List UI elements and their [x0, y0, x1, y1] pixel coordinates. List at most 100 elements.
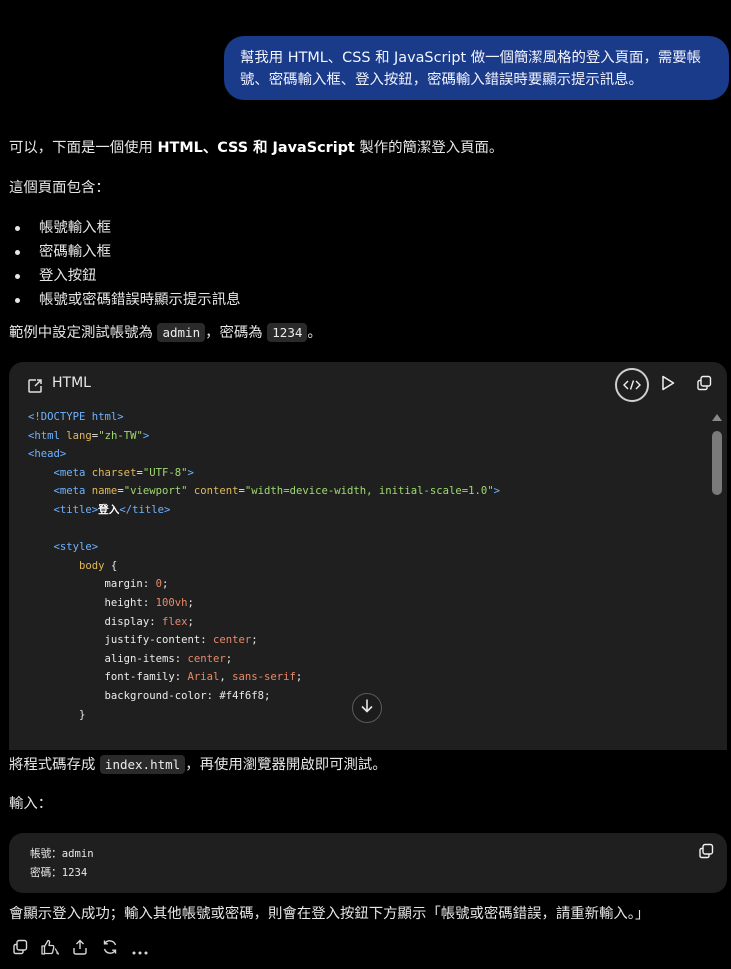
code-line: <style>: [28, 538, 697, 557]
run-code-button[interactable]: [654, 371, 682, 399]
list-item: 帳號輸入框: [9, 216, 240, 240]
response-intro: 可以，下面是一個使用 HTML、CSS 和 JavaScript 製作的簡潔登入…: [9, 137, 503, 159]
list-item: 密碼輸入框: [9, 240, 240, 264]
feature-list: 帳號輸入框 密碼輸入框 登入按鈕 帳號或密碼錯誤時顯示提示訊息: [9, 216, 240, 312]
copy-icon: [698, 843, 714, 863]
list-item: 帳號或密碼錯誤時顯示提示訊息: [9, 288, 240, 312]
code-token: ;: [187, 596, 194, 609]
copy-code-button[interactable]: [690, 371, 718, 399]
code-token: align-items: [104, 652, 175, 665]
code-token: ;: [225, 652, 233, 665]
code-language-label: HTML: [52, 375, 91, 391]
save-instruction: 將程式碼存成 index.html ，再使用瀏覽器開啟即可測試。: [9, 754, 387, 776]
code-token: ;: [187, 615, 194, 628]
result-text: 會顯示登入成功；輸入其他帳號或密碼，則會在登入按鈕下方顯示「帳號或密碼錯誤，請重…: [9, 906, 650, 922]
code-token: margin: [104, 578, 143, 591]
code-token: >: [187, 466, 194, 479]
play-icon: [661, 375, 675, 395]
list-item: 登入按鈕: [9, 264, 240, 288]
scroll-up-arrow-icon[interactable]: [712, 414, 722, 421]
copy-icon: [12, 939, 28, 959]
save-prefix: 將程式碼存成: [9, 757, 100, 773]
code-token: height: [104, 596, 143, 609]
test-suffix: 。: [307, 325, 322, 341]
arrow-down-icon: [360, 698, 374, 718]
code-token: <!DOCTYPE html>: [28, 411, 124, 423]
copy-input-button[interactable]: [695, 842, 717, 864]
code-token: <title>: [53, 503, 99, 516]
code-token: charset: [91, 466, 137, 479]
code-token: >: [142, 429, 150, 442]
code-line: <html lang="zh-TW">: [28, 427, 697, 446]
code-token: <head>: [28, 448, 67, 461]
copy-icon: [696, 375, 712, 395]
user-message-bubble: 幫我用 HTML、CSS 和 JavaScript 做一個簡潔風格的登入頁面，需…: [224, 36, 729, 100]
save-suffix: ，再使用瀏覽器開啟即可測試。: [185, 757, 387, 773]
code-token: :: [174, 652, 188, 665]
code-token: content: [193, 485, 239, 498]
test-credentials-note: 範例中設定測試帳號為 admin ，密碼為 1234。: [9, 322, 322, 344]
code-line: margin: 0;: [28, 575, 697, 594]
code-line: <meta charset="UTF-8">: [28, 464, 697, 483]
edit-code-icon: [27, 378, 43, 394]
more-options-button[interactable]: [130, 939, 150, 959]
code-token: : #f4f6f8;: [206, 689, 271, 702]
code-scrollbar[interactable]: [710, 412, 722, 748]
code-token: name: [91, 485, 118, 498]
code-token: background-color: [104, 689, 207, 702]
code-token: ;: [161, 578, 169, 591]
code-line: <meta name="viewport" content="width=dev…: [28, 482, 697, 501]
input-label: 輸入：: [9, 796, 53, 812]
user-message-text: 幫我用 HTML、CSS 和 JavaScript 做一個簡潔風格的登入頁面，需…: [240, 50, 702, 88]
share-button[interactable]: [70, 939, 90, 959]
code-token: >: [493, 485, 501, 498]
code-line: justify-content: center;: [28, 631, 697, 650]
account-value: admin: [61, 848, 94, 860]
code-token: font-family: [104, 671, 175, 684]
code-token: :: [149, 615, 162, 628]
scroll-to-bottom-button[interactable]: [352, 693, 382, 723]
regenerate-button[interactable]: [100, 939, 120, 959]
code-line: <title>登入</title>: [28, 501, 697, 520]
code-token: 100vh: [155, 596, 188, 609]
code-token: display: [104, 615, 150, 628]
code-token: }: [28, 708, 86, 721]
share-icon: [72, 939, 88, 959]
code-token: :: [142, 578, 156, 591]
intro-bold: HTML、CSS 和 JavaScript: [157, 140, 355, 156]
feedback-button[interactable]: [39, 939, 63, 959]
copy-response-button[interactable]: [10, 939, 30, 959]
input-example-block: 帳號：admin 密碼：1234: [9, 833, 727, 893]
code-token: lang: [66, 429, 92, 442]
code-token: <meta: [53, 466, 92, 479]
code-token: sans-serif: [232, 671, 296, 684]
inline-code-filename: index.html: [99, 755, 186, 774]
code-line: <!DOCTYPE html>: [28, 408, 697, 427]
code-token: "viewport": [123, 485, 188, 498]
input-example-lines: 帳號：admin 密碼：1234: [30, 845, 94, 883]
code-line: <head>: [28, 445, 697, 464]
code-token: "width=device-width, initial-scale=1.0": [244, 485, 494, 498]
code-token: ;: [295, 671, 303, 684]
code-preview-button[interactable]: [615, 368, 649, 402]
scrollbar-thumb[interactable]: [712, 431, 722, 495]
input-password-line: 密碼：1234: [30, 864, 94, 883]
password-label: 密碼：: [30, 867, 62, 879]
code-block-header: HTML: [9, 362, 727, 408]
code-token: flex: [161, 615, 188, 628]
code-token: ,: [219, 671, 233, 684]
code-line: font-family: Arial, sans-serif;: [28, 668, 697, 687]
code-token: {: [104, 559, 118, 572]
code-token: "zh-TW": [98, 429, 143, 442]
code-block: HTML <!DOCTYPE html> <html lang="zh-TW"> <…: [9, 362, 727, 750]
